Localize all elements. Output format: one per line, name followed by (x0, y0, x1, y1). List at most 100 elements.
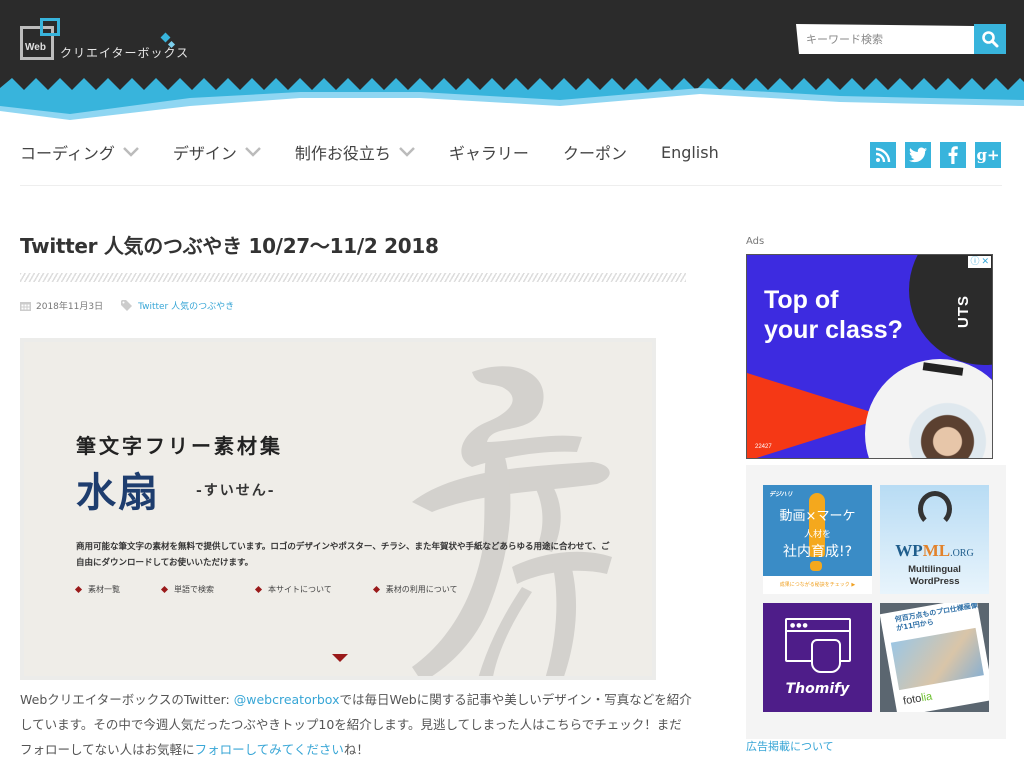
wpml-ml: ML (922, 541, 951, 560)
hand-pointer-icon (811, 639, 841, 673)
hero-link-item: 素材の利用について (372, 584, 458, 595)
ad-code: 22427 (755, 444, 772, 450)
hero-links: 素材一覧 単語で検索 本サイトについて 素材の利用について (74, 584, 500, 595)
tile-footer: 成果につながる秘訣をチェック ▶ (763, 576, 872, 594)
ad-tile-thomify[interactable]: ●●● Thomify (763, 603, 872, 712)
tile-brand: デジハリ (769, 491, 793, 498)
nav-item-label: クーポン (562, 144, 627, 163)
site-logo[interactable]: Web クリエイターボックス (20, 18, 188, 62)
nav-item-design[interactable]: デザイン (173, 140, 261, 164)
ad-info-icon[interactable]: ⓘ (970, 257, 979, 268)
exclamation-dot-icon (810, 561, 822, 571)
nav-item-coding[interactable]: コーディング (20, 140, 139, 164)
hero-banner: 筆文字フリー素材集 水扇 -すいせん- 商用可能な筆文字の素材を無料で提供してい… (24, 342, 652, 676)
logo-web-text: Web (25, 42, 46, 53)
sidebar: Ads UTS Top of your class? 22427 ⓘ ✕ デジハ… (746, 236, 1006, 753)
nav-item-coupon[interactable]: クーポン (563, 140, 627, 164)
search-input[interactable] (796, 24, 974, 54)
ad-info-link[interactable]: 広告掲載について (746, 738, 834, 754)
rss-icon (875, 147, 891, 163)
twitter-link[interactable] (905, 142, 931, 168)
nav-item-label: コーディング (20, 144, 115, 163)
logo-diamond-icon (160, 32, 171, 43)
chevron-down-icon (123, 147, 139, 157)
rss-link[interactable] (870, 142, 896, 168)
tag-icon (121, 300, 133, 311)
thomify-name: Thomify (785, 681, 850, 697)
brush-calligraphy-icon (412, 366, 612, 676)
sponsor-ad-grid: デジハリ 動画×マーケ 人材を 社内育成!? 成果につながる秘訣をチェック ▶ … (746, 465, 1006, 739)
google-plus-link[interactable]: g+ (975, 142, 1001, 168)
article-title: Twitter 人気のつぶやき 10/27〜11/2 2018 (20, 234, 439, 258)
hero-description: 商用可能な筆文字の素材を無料で提供しています。ロゴのデザインやポスター、チラシ、… (76, 542, 610, 568)
browser-dots: ●●● (790, 622, 809, 629)
hero-link-item: 本サイトについて (254, 584, 332, 595)
tile-line: 動画×マーケ (779, 509, 856, 524)
follow-link[interactable]: フォローしてみてください (195, 742, 344, 757)
hero-link-item: 素材一覧 (74, 584, 120, 595)
nav-item-label: English (660, 142, 719, 162)
ad-dark-circle (909, 255, 992, 365)
chevron-down-icon (245, 147, 261, 157)
tile-line: 人材を (803, 530, 831, 540)
nav-item-gallery[interactable]: ギャラリー (449, 140, 529, 164)
nav-divider (20, 185, 1002, 186)
ad-tile-fotolia[interactable]: 何百万点ものプロ仕様画像が11円から fotolia (880, 603, 989, 712)
wpml-logo-icon (918, 491, 952, 527)
intro-text: ね！ (343, 742, 369, 757)
google-plus-icon: g+ (976, 145, 1000, 164)
uts-logo: UTS (955, 295, 972, 328)
browser-bar (785, 630, 851, 632)
fotolia-photo (890, 627, 984, 691)
ad-headline: Top of your class? (764, 285, 903, 345)
article: Twitter 人気のつぶやき 10/27〜11/2 2018 2018年11月… (20, 230, 692, 757)
wpml-org: .ORG (950, 548, 974, 559)
intro-text: WebクリエイターボックスのTwitter: (20, 692, 234, 707)
triangle-down-icon (332, 654, 348, 662)
search-button[interactable] (974, 24, 1006, 54)
search-form (796, 24, 1006, 54)
ad-tile-digihara[interactable]: デジハリ 動画×マーケ 人材を 社内育成!? 成果につながる秘訣をチェック ▶ (763, 485, 872, 594)
hero-reading: -すいせん- (196, 483, 276, 499)
fotolia-logo: fotolia (902, 691, 933, 708)
wpml-subtitle: Multilingual WordPress (880, 564, 989, 588)
chevron-down-icon (399, 147, 415, 157)
uts-banner-ad[interactable]: UTS Top of your class? 22427 ⓘ ✕ (746, 254, 993, 459)
wpml-logo-text: WPML.ORG (880, 541, 989, 561)
ad-tile-wpml[interactable]: WPML.ORG Multilingual WordPress (880, 485, 989, 594)
hero-subtitle: 筆文字フリー素材集 (76, 434, 283, 458)
tile-line: Multilingual (908, 564, 961, 575)
facebook-icon (948, 146, 958, 164)
ads-label: Ads (746, 236, 765, 247)
nav-item-label: 制作お役立ち (294, 144, 391, 163)
twitter-icon (909, 147, 927, 163)
hero-link-label: 本サイトについて (268, 585, 332, 594)
facebook-link[interactable] (940, 142, 966, 168)
header-wave-divider (0, 78, 1024, 120)
hero-link-item: 単語で検索 (160, 584, 214, 595)
tile-line: WordPress (909, 576, 960, 587)
article-meta: 2018年11月3日 Twitter 人気のつぶやき (20, 299, 686, 312)
article-category-link[interactable]: Twitter 人気のつぶやき (138, 299, 234, 312)
diamond-bullet-icon (74, 585, 83, 594)
hero-image-link[interactable]: 筆文字フリー素材集 水扇 -すいせん- 商用可能な筆文字の素材を無料で提供してい… (20, 338, 656, 680)
ad-headline-line: Top of (764, 286, 839, 314)
twitter-handle-link[interactable]: @webcreatorbox (234, 692, 340, 707)
hero-link-label: 素材一覧 (88, 585, 120, 594)
hero-main-title: 水扇 (76, 469, 160, 516)
hero-link-label: 単語で検索 (174, 585, 214, 594)
nav-item-english[interactable]: English (661, 143, 719, 162)
nav-item-tools[interactable]: 制作お役立ち (295, 140, 415, 164)
article-date: 2018年11月3日 (36, 302, 104, 312)
ad-close-icon[interactable]: ✕ (981, 257, 989, 268)
title-stripe-divider (20, 273, 686, 282)
hero-link-label: 素材の利用について (385, 585, 458, 594)
diamond-bullet-icon (160, 585, 169, 594)
fotolia-card: 何百万点ものプロ仕様画像が11円から fotolia (880, 603, 989, 712)
fotolia-brand-accent: lia (920, 690, 934, 705)
nav-item-label: デザイン (172, 144, 237, 163)
diamond-bullet-icon (372, 585, 380, 594)
social-links: g+ (870, 142, 1001, 168)
diamond-bullet-icon (254, 585, 263, 594)
wpml-wp: WP (895, 541, 923, 560)
